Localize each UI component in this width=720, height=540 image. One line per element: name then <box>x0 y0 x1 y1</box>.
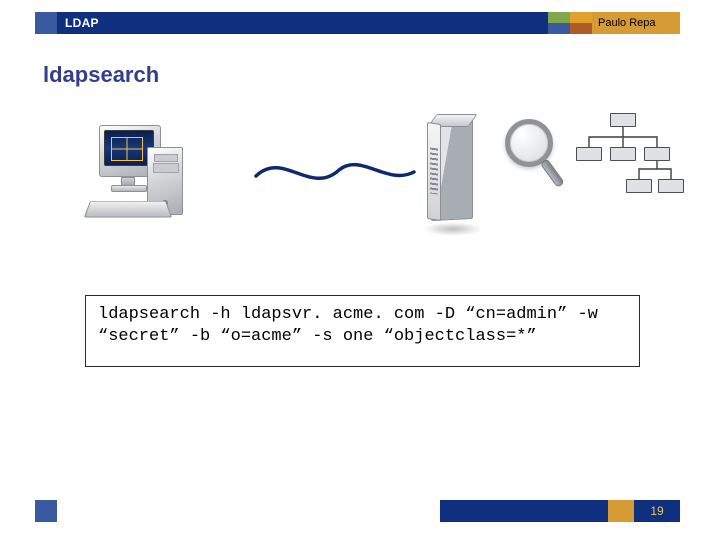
command-text: ldapsearch -h ldapsvr. acme. com -D “cn=… <box>85 295 640 367</box>
keyboard-icon <box>84 201 172 217</box>
slide-title: ldapsearch <box>43 62 159 88</box>
footer-accent <box>608 500 634 522</box>
illustration <box>70 105 630 235</box>
client-computer-icon <box>85 123 195 228</box>
magnifier-icon <box>500 117 570 197</box>
footer-bar: 19 <box>35 500 680 522</box>
slide: LDAP Paulo Repa ldapsearch <box>0 0 720 540</box>
directory-tree-icon <box>570 111 680 201</box>
footer-logo-square <box>35 500 57 522</box>
monitor-base-icon <box>111 185 147 192</box>
server-front-icon <box>427 122 441 221</box>
tree-node-icon <box>610 147 636 161</box>
header-bar: LDAP Paulo Repa <box>35 12 680 34</box>
tree-node-icon <box>576 147 602 161</box>
page-number: 19 <box>634 500 680 522</box>
tree-node-icon <box>658 179 684 193</box>
tree-node-icon <box>644 147 670 161</box>
tree-node-icon <box>626 179 652 193</box>
magnifier-handle-icon <box>540 158 565 188</box>
server-shadow-icon <box>423 222 483 236</box>
accent-square-gold <box>570 12 592 23</box>
tree-node-icon <box>610 113 636 127</box>
header-accent-squares <box>548 12 592 34</box>
request-arrow <box>255 158 415 186</box>
server-icon <box>425 120 489 230</box>
accent-square-blue <box>548 23 570 34</box>
header-author: Paulo Repa <box>592 12 680 34</box>
accent-square-brown <box>570 23 592 34</box>
header-topic: LDAP <box>57 12 571 34</box>
header-logo-square <box>35 12 57 34</box>
accent-square-green <box>548 12 570 23</box>
